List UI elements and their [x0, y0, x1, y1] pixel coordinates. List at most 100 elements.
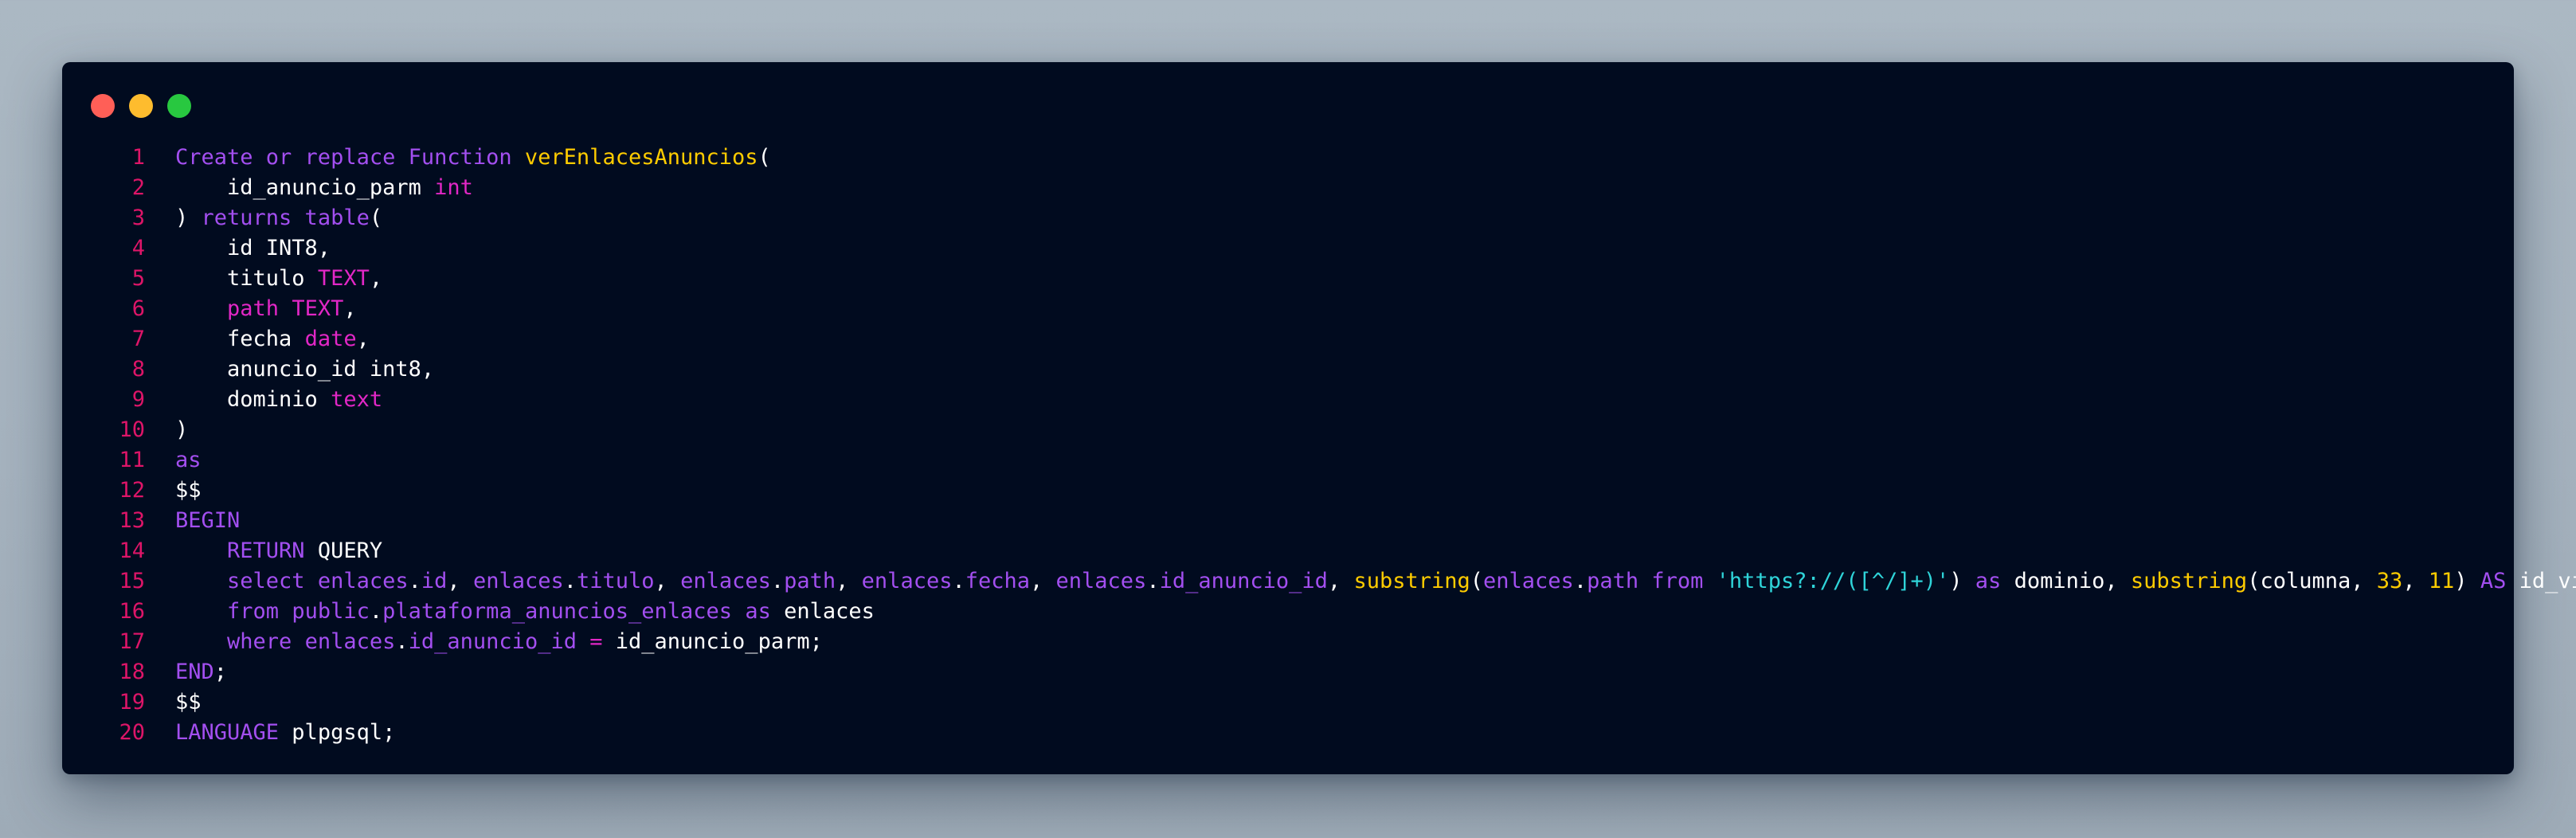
code-line: 19 $$: [92, 687, 2482, 718]
code-token: fecha: [965, 569, 1031, 593]
code-token: ,: [343, 296, 357, 321]
line-number: 2: [131, 175, 145, 200]
code-token: select: [227, 569, 305, 593]
code-line: 18 END;: [92, 657, 2482, 687]
code-token: $$: [175, 478, 202, 503]
line-source: $$: [145, 687, 202, 718]
code-token: 'https?://([^/]+)': [1716, 569, 1950, 593]
code-line: 17 where enlaces.id_anuncio_id = id_anun…: [92, 627, 2482, 657]
code-token: int: [434, 175, 473, 200]
code-line: 4 id INT8,: [92, 233, 2482, 264]
code-token: text: [331, 387, 383, 412]
line-number: 19: [119, 690, 145, 715]
code-token: ,: [369, 266, 383, 291]
code-token: .: [952, 569, 965, 593]
code-token: enlaces: [680, 569, 771, 593]
code-token: .: [369, 599, 383, 624]
code-line: 11 as: [92, 445, 2482, 476]
code-token: id: [421, 569, 448, 593]
code-line: 7 fecha date,: [92, 324, 2482, 354]
code-line: 2 id_anuncio_parm int: [92, 173, 2482, 203]
line-source: fecha date,: [145, 324, 370, 354]
code-token: as: [745, 599, 771, 624]
code-token: date: [304, 327, 357, 351]
code-line: 20 LANGUAGE plpgsql;: [92, 718, 2482, 748]
code-line: 12 $$: [92, 476, 2482, 506]
line-source: as: [145, 445, 202, 476]
code-token: ,: [1030, 569, 1056, 593]
code-token: .: [395, 629, 409, 654]
code-token: substring: [1353, 569, 1470, 593]
minimize-window-button[interactable]: [129, 94, 153, 118]
line-source: BEGIN: [145, 506, 240, 536]
code-token: ;: [213, 660, 228, 684]
code-line: 3) returns table(: [92, 203, 2482, 233]
code-token: plataforma_anuncios_enlaces: [382, 599, 733, 624]
code-token: public: [292, 599, 370, 624]
code-token: path: [1587, 569, 1639, 593]
code-token: fecha: [175, 327, 305, 351]
line-number: 9: [131, 387, 145, 412]
line-number: 12: [119, 478, 145, 503]
line-number: 1: [131, 145, 145, 170]
line-number: 15: [119, 569, 145, 593]
code-token: .: [408, 569, 421, 593]
code-token: dominio: [175, 387, 331, 412]
code-token: titulo: [577, 569, 655, 593]
code-token: path: [784, 569, 836, 593]
code-token: TEXT: [317, 266, 370, 291]
close-window-button[interactable]: [91, 94, 115, 118]
code-line: 13 BEGIN: [92, 506, 2482, 536]
line-number: 18: [119, 660, 145, 684]
code-token: Create or replace Function: [175, 145, 525, 170]
line-number: 5: [131, 266, 145, 291]
line-source: $$: [145, 476, 202, 506]
line-source: RETURN QUERY: [145, 536, 382, 566]
code-token: id_video: [2519, 569, 2576, 593]
code-token: anuncio_id int8,: [175, 357, 435, 382]
code-token: LANGUAGE: [175, 720, 280, 745]
code-token: ,: [1327, 569, 1354, 593]
code-token: enlaces: [304, 629, 396, 654]
code-token: END: [175, 660, 214, 684]
line-source: END;: [145, 657, 227, 687]
code-token: $$: [175, 690, 202, 715]
code-window: 1 Create or replace Function verEnlacesAn…: [62, 62, 2576, 774]
code-token: (: [758, 145, 771, 170]
code-token: id_anuncio_parm;: [602, 629, 823, 654]
line-number: 17: [119, 629, 145, 654]
line-number: 16: [119, 599, 145, 624]
code-token: TEXT: [292, 296, 344, 321]
line-source: where enlaces.id_anuncio_id = id_anuncio…: [145, 627, 823, 657]
line-source: from public.plataforma_anuncios_enlaces …: [145, 597, 875, 627]
line-source: Create or replace Function verEnlacesAnu…: [145, 143, 771, 173]
zoom-window-button[interactable]: [167, 94, 191, 118]
code-token: ): [175, 417, 189, 442]
code-token: BEGIN: [175, 508, 241, 533]
line-number: 3: [131, 206, 145, 230]
line-source: ) returns table(: [145, 203, 382, 233]
line-number: 11: [119, 448, 145, 472]
code-token: .: [770, 569, 785, 593]
code-token: .: [1573, 569, 1587, 593]
line-source: ): [145, 415, 188, 445]
code-token: AS: [2480, 569, 2507, 593]
code-line: 10): [92, 415, 2482, 445]
code-token: (: [1470, 569, 1484, 593]
line-source: path TEXT,: [145, 294, 357, 324]
window-controls: [91, 94, 191, 119]
code-token: enlaces: [472, 569, 564, 593]
line-number: 6: [131, 296, 145, 321]
code-token: .: [563, 569, 577, 593]
line-source: anuncio_id int8,: [145, 354, 434, 385]
code-token: .: [1146, 569, 1160, 593]
